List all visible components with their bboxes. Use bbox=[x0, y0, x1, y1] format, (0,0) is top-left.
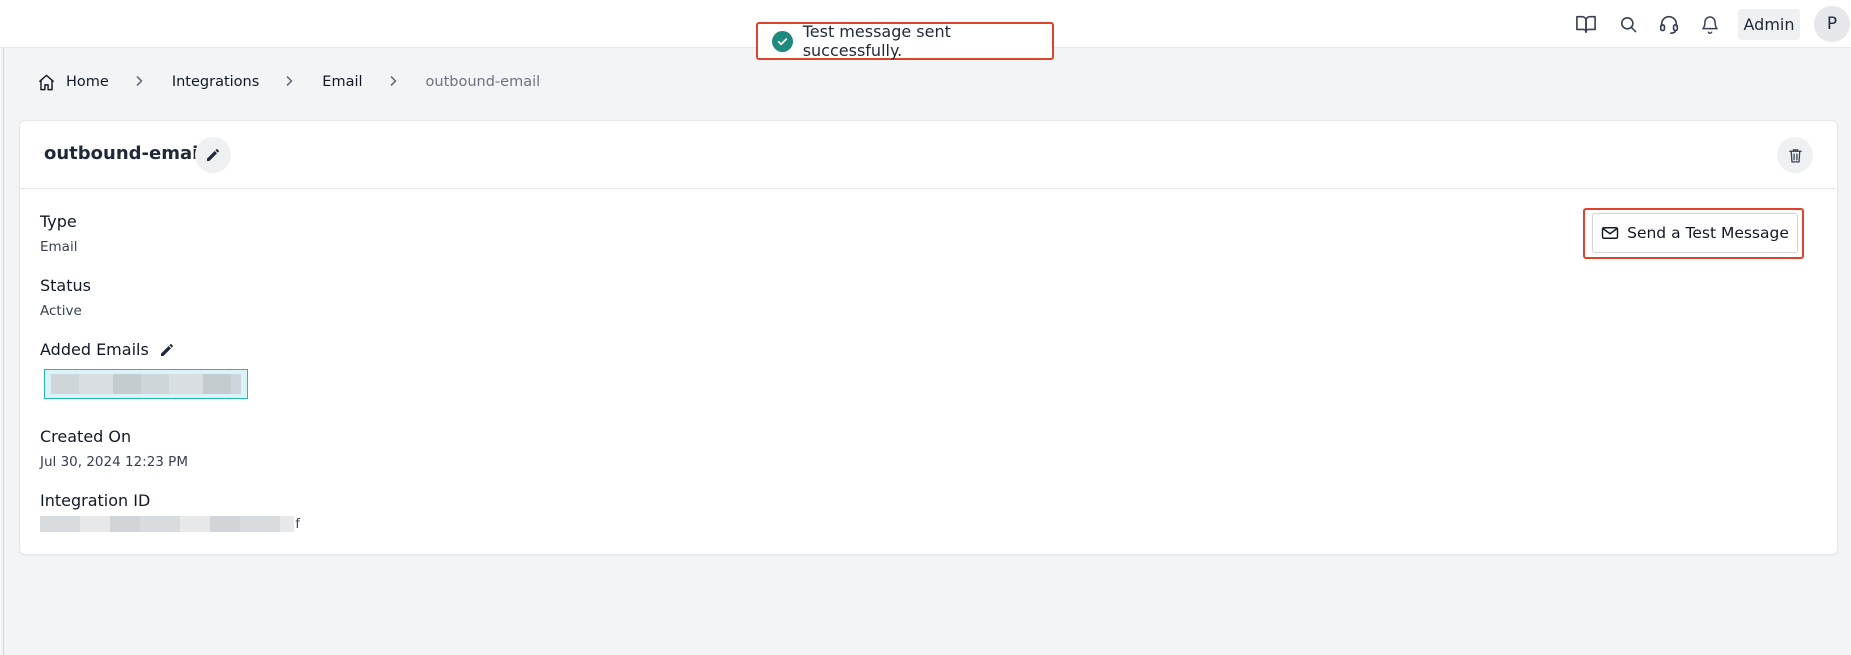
edit-title-button[interactable] bbox=[195, 137, 231, 173]
breadcrumb-separator bbox=[389, 73, 398, 91]
breadcrumb-current: outbound-email bbox=[425, 74, 541, 90]
avatar[interactable]: P bbox=[1814, 6, 1850, 42]
breadcrumb-home-label: Home bbox=[66, 74, 109, 90]
headset-icon[interactable] bbox=[1657, 12, 1681, 36]
integration-id-value: f bbox=[40, 516, 300, 532]
success-toast: Test message sent successfully. bbox=[756, 22, 1054, 60]
send-test-label: Send a Test Message bbox=[1627, 224, 1789, 242]
type-value: Email bbox=[40, 239, 78, 255]
status-value: Active bbox=[40, 303, 82, 319]
breadcrumb-separator bbox=[135, 73, 144, 91]
redacted-id bbox=[40, 516, 295, 532]
mail-icon bbox=[1601, 226, 1619, 240]
trash-icon bbox=[1787, 146, 1804, 165]
status-label: Status bbox=[40, 276, 91, 295]
pencil-icon bbox=[205, 147, 221, 163]
breadcrumb: Home Integrations Email outbound-email bbox=[37, 70, 540, 94]
added-emails-label: Added Emails bbox=[40, 340, 149, 359]
breadcrumb-integrations[interactable]: Integrations bbox=[172, 74, 259, 90]
book-icon[interactable] bbox=[1574, 12, 1598, 36]
sidebar-edge bbox=[3, 48, 4, 655]
send-test-message-button[interactable]: Send a Test Message bbox=[1592, 213, 1798, 253]
integration-card: outbound-email Send a Test Message Type … bbox=[19, 120, 1838, 555]
toast-message: Test message sent successfully. bbox=[802, 22, 951, 60]
breadcrumb-email[interactable]: Email bbox=[322, 74, 362, 90]
edit-emails-icon[interactable] bbox=[159, 342, 175, 358]
check-circle-icon bbox=[772, 30, 793, 52]
search-icon[interactable] bbox=[1616, 12, 1640, 36]
page-title: outbound-email bbox=[44, 143, 205, 164]
bell-icon[interactable] bbox=[1698, 12, 1722, 36]
added-emails-header: Added Emails bbox=[40, 340, 175, 359]
integration-id-label: Integration ID bbox=[40, 491, 151, 510]
created-on-value: Jul 30, 2024 12:23 PM bbox=[40, 454, 188, 470]
integration-id-tail: f bbox=[295, 516, 300, 532]
delete-button[interactable] bbox=[1777, 137, 1813, 173]
breadcrumb-home[interactable]: Home bbox=[37, 73, 109, 92]
admin-menu[interactable]: Admin bbox=[1738, 9, 1800, 40]
breadcrumb-separator bbox=[285, 73, 294, 91]
redacted-email bbox=[51, 374, 241, 394]
card-header: outbound-email bbox=[20, 121, 1837, 189]
type-label: Type bbox=[40, 212, 77, 231]
email-chip-redacted[interactable] bbox=[44, 369, 248, 399]
created-on-label: Created On bbox=[40, 427, 132, 446]
home-icon bbox=[37, 73, 56, 92]
